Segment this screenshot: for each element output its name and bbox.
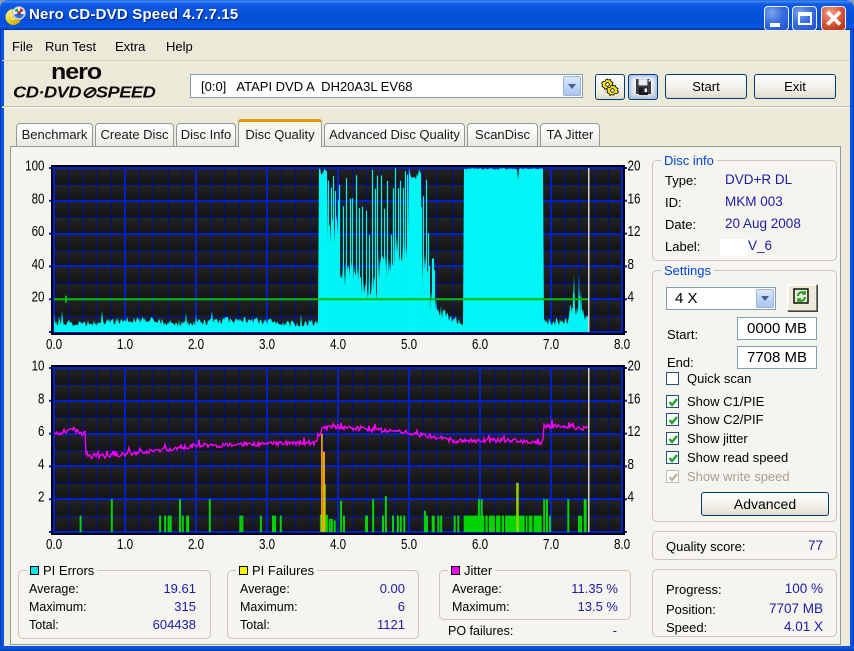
svg-text:4.0: 4.0 [330,536,346,553]
svg-text:20: 20 [628,357,641,374]
svg-text:6.0: 6.0 [472,336,488,353]
svg-text:1.0: 1.0 [117,536,133,553]
svg-text:80: 80 [32,190,45,207]
svg-text:4.0: 4.0 [330,336,346,353]
svg-text:4: 4 [38,456,44,473]
svg-text:12: 12 [628,423,641,440]
svg-text:0.0: 0.0 [46,536,62,553]
svg-text:100: 100 [25,157,44,174]
svg-text:7.0: 7.0 [543,536,559,553]
svg-text:3.0: 3.0 [259,536,275,553]
svg-text:5.0: 5.0 [401,336,417,353]
svg-text:60: 60 [32,223,45,240]
svg-text:0.0: 0.0 [46,336,62,353]
svg-text:16: 16 [628,190,641,207]
svg-text:8.0: 8.0 [614,536,630,553]
svg-text:8: 8 [628,256,634,273]
svg-text:4: 4 [628,288,634,305]
svg-text:40: 40 [32,256,45,273]
svg-text:10: 10 [32,357,45,374]
svg-text:8.0: 8.0 [614,336,630,353]
svg-text:16: 16 [628,390,641,407]
svg-text:2.0: 2.0 [188,336,204,353]
svg-text:20: 20 [32,288,45,305]
svg-text:12: 12 [628,223,641,240]
svg-text:3.0: 3.0 [259,336,275,353]
svg-text:20: 20 [628,157,641,174]
svg-text:2: 2 [38,488,44,505]
svg-text:7.0: 7.0 [543,336,559,353]
svg-text:6: 6 [38,423,44,440]
svg-text:1.0: 1.0 [117,336,133,353]
svg-text:8: 8 [628,456,634,473]
svg-text:5.0: 5.0 [401,536,417,553]
svg-text:8: 8 [38,390,44,407]
svg-text:6.0: 6.0 [472,536,488,553]
svg-text:4: 4 [628,488,634,505]
svg-text:2.0: 2.0 [188,536,204,553]
